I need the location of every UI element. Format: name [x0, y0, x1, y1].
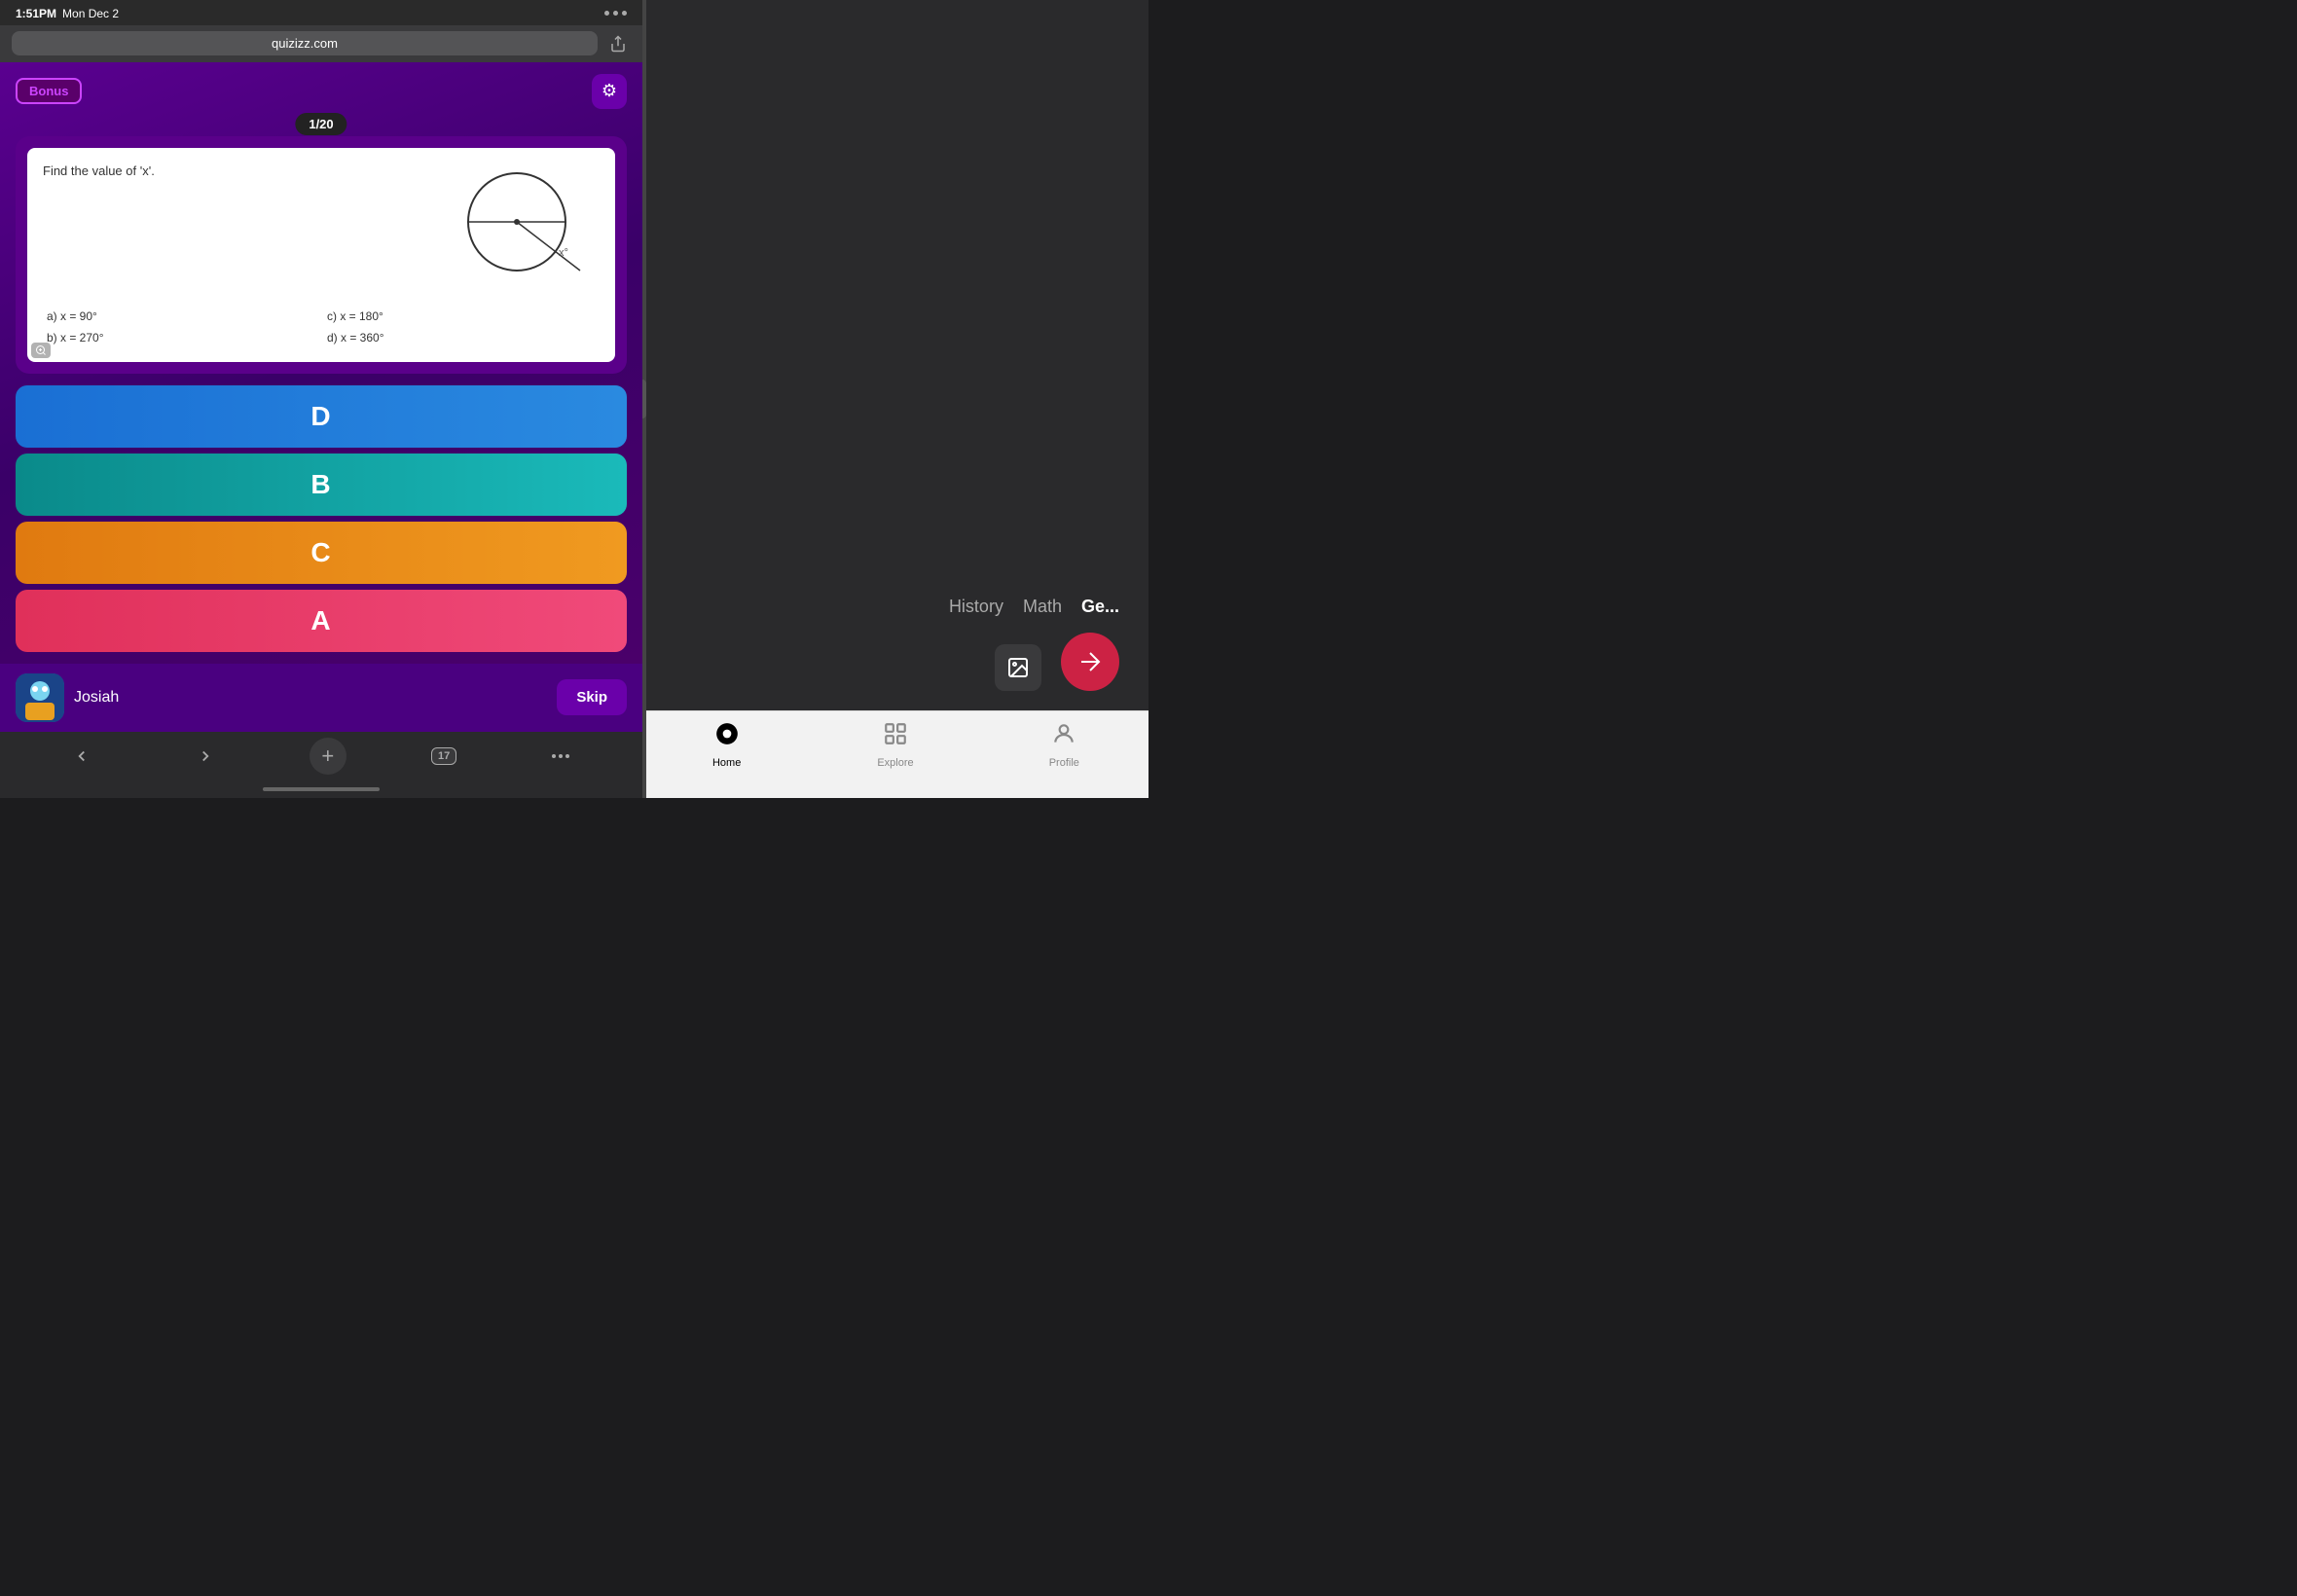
- quiz-top-row: Bonus ⚙: [16, 74, 627, 109]
- bonus-badge: Bonus: [16, 78, 82, 104]
- red-circle-button[interactable]: [1061, 633, 1119, 691]
- share-button[interactable]: [605, 31, 631, 56]
- status-time: 1:51PM: [16, 7, 56, 20]
- answer-option-c: c) x = 180°: [323, 308, 600, 325]
- image-placeholder-button[interactable]: [995, 644, 1041, 691]
- right-panel: History Math Ge...: [642, 0, 1148, 798]
- player-avatar: [16, 673, 64, 722]
- home-bar: [263, 787, 380, 791]
- tabs-count-button[interactable]: 17: [431, 747, 456, 765]
- answer-button-b[interactable]: B: [16, 453, 627, 516]
- circle-diagram: x°: [444, 163, 600, 290]
- question-counter: 1/20: [295, 113, 346, 135]
- status-indicators: [604, 11, 627, 16]
- status-bar: 1:51PM Mon Dec 2: [0, 0, 642, 25]
- answer-option-a: a) x = 90°: [43, 308, 319, 325]
- home-indicator: [0, 781, 642, 798]
- question-text: Find the value of 'x'.: [43, 163, 155, 178]
- quiz-area: Bonus ⚙ 1/20 Find the value of 'x'.: [0, 62, 642, 664]
- answer-option-d: d) x = 360°: [323, 329, 600, 346]
- tab-home[interactable]: Home: [642, 721, 811, 769]
- app-bottom-bar: Home Explore Profile: [642, 710, 1148, 798]
- new-tab-button[interactable]: +: [310, 738, 346, 775]
- back-button[interactable]: [62, 737, 101, 776]
- settings-button[interactable]: ⚙: [592, 74, 627, 109]
- player-name: Josiah: [74, 689, 119, 707]
- category-math[interactable]: Math: [1023, 597, 1062, 617]
- content-area-bottom: [642, 633, 1148, 710]
- signal-dot: [604, 11, 609, 16]
- ios-nav-bar: + 17: [0, 732, 642, 781]
- category-geo[interactable]: Ge...: [1081, 597, 1119, 617]
- tab-explore[interactable]: Explore: [811, 721, 979, 769]
- tab-profile[interactable]: Profile: [980, 721, 1148, 769]
- answer-buttons: D B C A: [16, 385, 627, 652]
- status-bar-left: 1:51PM Mon Dec 2: [16, 7, 119, 20]
- avatar-icon: [16, 673, 64, 722]
- explore-icon: [883, 721, 908, 753]
- forward-button[interactable]: [186, 737, 225, 776]
- zoom-hint: [31, 343, 51, 358]
- category-history[interactable]: History: [949, 597, 1003, 617]
- quiz-panel: 1:51PM Mon Dec 2 quizizz.com Bonus ⚙: [0, 0, 642, 798]
- tab-profile-label: Profile: [1049, 757, 1079, 769]
- quiz-bottom-bar: Josiah Skip: [0, 664, 642, 732]
- browser-bar: quizizz.com: [0, 25, 642, 62]
- url-bar[interactable]: quizizz.com: [12, 31, 598, 55]
- answer-button-d[interactable]: D: [16, 385, 627, 448]
- answer-options: a) x = 90° c) x = 180° b) x = 270° d) x …: [43, 308, 600, 346]
- answer-button-c[interactable]: C: [16, 522, 627, 584]
- right-content: History Math Ge...: [642, 0, 1148, 710]
- category-row: History Math Ge...: [642, 597, 1148, 633]
- question-card: Find the value of 'x'. x° a) x = 90°: [16, 136, 627, 374]
- tab-home-label: Home: [712, 757, 741, 769]
- skip-button[interactable]: Skip: [557, 679, 627, 715]
- drag-handle[interactable]: [642, 380, 646, 418]
- answer-option-b: b) x = 270°: [43, 329, 319, 346]
- answer-button-a[interactable]: A: [16, 590, 627, 652]
- home-icon: [714, 721, 740, 753]
- player-info: Josiah: [16, 673, 119, 722]
- status-date: Mon Dec 2: [62, 7, 119, 20]
- question-image: Find the value of 'x'. x° a) x = 90°: [27, 148, 615, 362]
- tab-explore-label: Explore: [877, 757, 913, 769]
- wifi-dot: [613, 11, 618, 16]
- profile-icon: [1051, 721, 1076, 753]
- more-options-button[interactable]: [541, 737, 580, 776]
- svg-text:x°: x°: [559, 247, 568, 259]
- question-content: Find the value of 'x'. x° a) x = 90°: [43, 163, 600, 346]
- url-text: quizizz.com: [272, 36, 338, 51]
- battery-dot: [622, 11, 627, 16]
